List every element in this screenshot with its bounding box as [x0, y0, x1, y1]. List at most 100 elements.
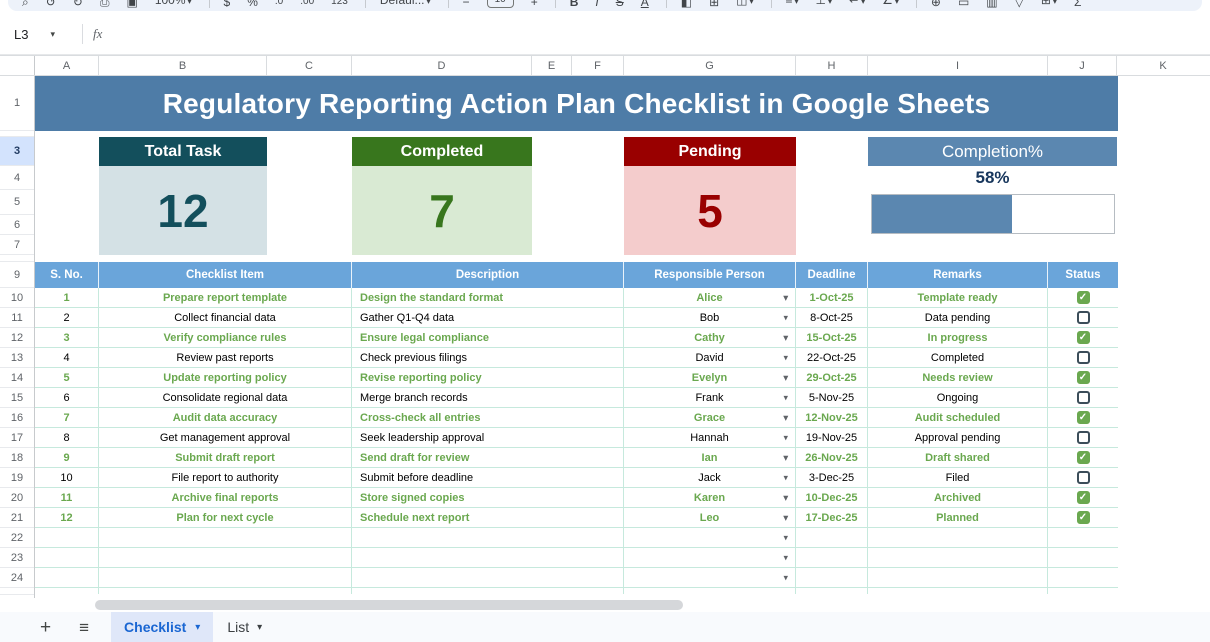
dropdown-caret-icon[interactable]: ▾: [783, 392, 788, 403]
cell-remarks[interactable]: In progress: [868, 328, 1048, 348]
person-dropdown[interactable]: ▾: [624, 568, 796, 588]
fill-color-icon[interactable]: ◧: [681, 0, 692, 8]
cell-description[interactable]: Seek leadership approval: [352, 428, 624, 448]
cell-deadline[interactable]: [796, 548, 868, 568]
create-filter-icon[interactable]: ▽: [1015, 0, 1024, 8]
cell-item[interactable]: [99, 528, 352, 548]
title-cell[interactable]: Regulatory Reporting Action Plan Checkli…: [35, 76, 1118, 131]
cell-sno[interactable]: 6: [35, 388, 99, 408]
dropdown-caret-icon[interactable]: ▾: [783, 552, 788, 563]
status-checkbox[interactable]: [1077, 371, 1090, 384]
cell-deadline[interactable]: [796, 568, 868, 588]
cell-sno[interactable]: 4: [35, 348, 99, 368]
cell-status[interactable]: [1048, 568, 1118, 588]
cell-deadline[interactable]: 5-Nov-25: [796, 388, 868, 408]
row-header-1[interactable]: 1: [0, 76, 34, 131]
row-header-24[interactable]: 24: [0, 568, 34, 588]
completed-card[interactable]: Completed 7: [352, 137, 532, 255]
search-icon[interactable]: ⌕: [22, 0, 29, 8]
status-checkbox[interactable]: [1077, 491, 1090, 504]
cell-item[interactable]: File report to authority: [99, 468, 352, 488]
column-header-k[interactable]: K: [1117, 56, 1209, 75]
completion-header[interactable]: Completion%: [868, 137, 1117, 166]
dropdown-caret-icon[interactable]: ▾: [783, 372, 788, 383]
cell-remarks[interactable]: Filed: [868, 468, 1048, 488]
row-header-5[interactable]: 5: [0, 190, 34, 215]
cell-sno[interactable]: [35, 528, 99, 548]
cell-sno[interactable]: 12: [35, 508, 99, 528]
insert-link-icon[interactable]: ⊕: [931, 0, 941, 8]
dropdown-caret-icon[interactable]: ▾: [783, 492, 788, 503]
paint-format-icon[interactable]: ▣: [126, 0, 137, 8]
header-deadline[interactable]: Deadline: [796, 262, 868, 288]
cell-sno[interactable]: 9: [35, 448, 99, 468]
row-header-21[interactable]: 21: [0, 508, 34, 528]
header-status[interactable]: Status: [1048, 262, 1118, 288]
person-dropdown[interactable]: Ian▾: [624, 448, 796, 468]
strikethrough-button[interactable]: S: [616, 0, 624, 8]
cell-item[interactable]: [99, 548, 352, 568]
cell-remarks[interactable]: Template ready: [868, 288, 1048, 308]
cell-remarks[interactable]: Draft shared: [868, 448, 1048, 468]
cell-remarks[interactable]: Audit scheduled: [868, 408, 1048, 428]
person-dropdown[interactable]: Alice▾: [624, 288, 796, 308]
row-header-18[interactable]: 18: [0, 448, 34, 468]
cell-description[interactable]: Ensure legal compliance: [352, 328, 624, 348]
text-wrap-icon[interactable]: ↩▾: [849, 0, 865, 8]
row-header-14[interactable]: 14: [0, 368, 34, 388]
person-dropdown[interactable]: Bob▾: [624, 308, 796, 328]
column-header-h[interactable]: H: [796, 56, 868, 75]
cell-sno[interactable]: [35, 568, 99, 588]
row-header-16[interactable]: 16: [0, 408, 34, 428]
cell-description[interactable]: Merge branch records: [352, 388, 624, 408]
dropdown-caret-icon[interactable]: ▾: [783, 432, 788, 443]
cell-item[interactable]: Audit data accuracy: [99, 408, 352, 428]
cell-remarks[interactable]: Needs review: [868, 368, 1048, 388]
row-header-19[interactable]: 19: [0, 468, 34, 488]
decrease-font-size-button[interactable]: −: [463, 0, 470, 8]
horizontal-align-icon[interactable]: ≡▾: [786, 0, 799, 8]
decrease-decimal-button[interactable]: .0: [275, 0, 283, 8]
cell-item[interactable]: Consolidate regional data: [99, 388, 352, 408]
person-dropdown[interactable]: Grace▾: [624, 408, 796, 428]
row-header-17[interactable]: 17: [0, 428, 34, 448]
cell-item[interactable]: Get management approval: [99, 428, 352, 448]
cell-item[interactable]: Verify compliance rules: [99, 328, 352, 348]
column-header-c[interactable]: C: [267, 56, 352, 75]
cell-deadline[interactable]: 22-Oct-25: [796, 348, 868, 368]
status-checkbox[interactable]: [1077, 351, 1090, 364]
dropdown-caret-icon[interactable]: ▾: [783, 572, 788, 583]
header-person[interactable]: Responsible Person: [624, 262, 796, 288]
dropdown-caret-icon[interactable]: ▾: [783, 472, 788, 483]
cell-deadline[interactable]: 1-Oct-25: [796, 288, 868, 308]
undo-icon[interactable]: ↺: [46, 0, 56, 8]
cell-description[interactable]: Design the standard format: [352, 288, 624, 308]
chevron-down-icon[interactable]: ▾: [257, 622, 262, 633]
functions-button[interactable]: Σ: [1074, 0, 1081, 8]
status-checkbox[interactable]: [1077, 511, 1090, 524]
row-header-4[interactable]: 4: [0, 166, 34, 190]
row-header-6[interactable]: 6: [0, 215, 34, 235]
row-header-3[interactable]: 3: [0, 137, 34, 166]
cell-item[interactable]: [99, 568, 352, 588]
font-size-input[interactable]: 10: [487, 0, 514, 8]
person-dropdown[interactable]: Karen▾: [624, 488, 796, 508]
cell-description[interactable]: Schedule next report: [352, 508, 624, 528]
cell-remarks[interactable]: Approval pending: [868, 428, 1048, 448]
total-task-card[interactable]: Total Task 12: [99, 137, 267, 255]
column-header-a[interactable]: A: [35, 56, 99, 75]
format-percent-button[interactable]: %: [247, 0, 258, 8]
cell-item[interactable]: Submit draft report: [99, 448, 352, 468]
person-dropdown[interactable]: Jack▾: [624, 468, 796, 488]
italic-button[interactable]: I: [595, 0, 598, 8]
dropdown-caret-icon[interactable]: ▾: [783, 332, 788, 343]
status-checkbox[interactable]: [1077, 311, 1090, 324]
cell-item[interactable]: Update reporting policy: [99, 368, 352, 388]
increase-decimal-button[interactable]: .00: [300, 0, 314, 8]
cell-deadline[interactable]: [796, 528, 868, 548]
status-checkbox[interactable]: [1077, 331, 1090, 344]
cell-sno[interactable]: 11: [35, 488, 99, 508]
cell-deadline[interactable]: 26-Nov-25: [796, 448, 868, 468]
row-header-20[interactable]: 20: [0, 488, 34, 508]
cell-sno[interactable]: 2: [35, 308, 99, 328]
